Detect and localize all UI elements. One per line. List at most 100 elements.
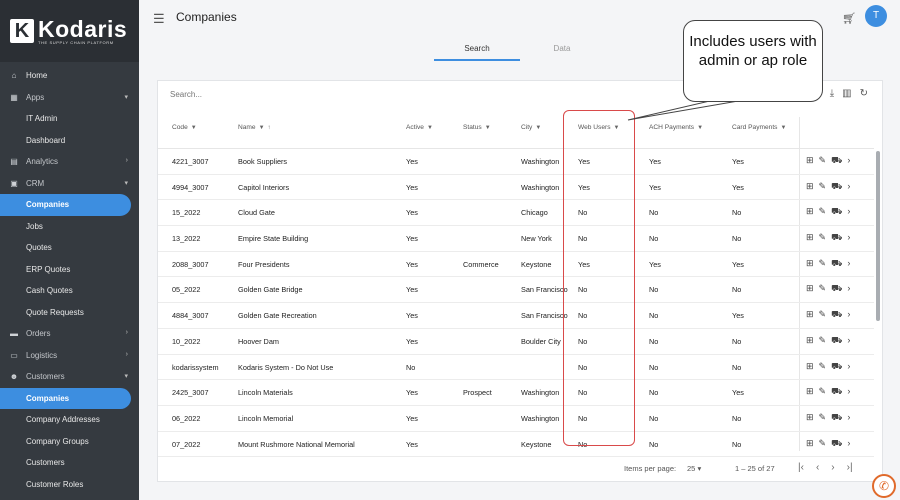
next-page-icon[interactable]: › <box>831 462 834 473</box>
chevron-right-icon[interactable]: › <box>847 283 850 295</box>
edit-document-icon[interactable]: ✎ <box>819 335 827 347</box>
logo[interactable]: K Kodaris THE SUPPLY CHAIN PLATFORM <box>0 0 139 62</box>
column-header-card-payments[interactable]: Card Payments ▼ <box>732 124 786 131</box>
table-row[interactable]: 4221_3007 Book Suppliers Yes Washington Yes Y… <box>158 149 874 175</box>
edit-document-icon[interactable]: ✎ <box>819 438 827 450</box>
add-note-icon[interactable]: ⊞ <box>806 412 814 424</box>
sidebar-item-company-addresses[interactable]: Company Addresses <box>0 409 139 431</box>
truck-icon[interactable]: ⛟ <box>831 412 842 424</box>
sidebar-item-erp-quotes[interactable]: ERP Quotes <box>0 259 139 281</box>
sidebar-item-cash-quotes[interactable]: Cash Quotes <box>0 280 139 302</box>
edit-document-icon[interactable]: ✎ <box>819 309 827 321</box>
add-note-icon[interactable]: ⊞ <box>806 206 814 218</box>
table-row[interactable]: 4994_3007 Capitol Interiors Yes Washington Y… <box>158 175 874 201</box>
columns-icon[interactable]: ▥ <box>842 88 851 99</box>
truck-icon[interactable]: ⛟ <box>831 283 842 295</box>
add-note-icon[interactable]: ⊞ <box>806 283 814 295</box>
add-note-icon[interactable]: ⊞ <box>806 386 814 398</box>
column-header-city[interactable]: City ▼ <box>521 124 541 131</box>
column-header-web-users[interactable]: Web Users ▼ <box>578 124 619 131</box>
add-note-icon[interactable]: ⊞ <box>806 232 814 244</box>
table-row[interactable]: 10_2022 Hoover Dam Yes Boulder City No No No ⊞ ✎… <box>158 329 874 355</box>
chevron-right-icon[interactable]: › <box>847 361 850 373</box>
table-row[interactable]: 05_2022 Golden Gate Bridge Yes San Francisc… <box>158 277 874 304</box>
sidebar-item-orders[interactable]: ▬ Orders › <box>0 323 139 345</box>
sidebar-item-crm[interactable]: ▣ CRM ▾ <box>0 173 139 195</box>
truck-icon[interactable]: ⛟ <box>831 361 842 373</box>
sidebar-item-quote-requests[interactable]: Quote Requests <box>0 302 139 324</box>
edit-document-icon[interactable]: ✎ <box>819 232 827 244</box>
sidebar-item-dashboard[interactable]: Dashboard <box>0 130 139 152</box>
column-header-name[interactable]: Name ▼ ↑ <box>238 124 271 131</box>
sidebar-item-it-admin[interactable]: IT Admin <box>0 108 139 130</box>
sidebar-item-customers[interactable]: ☻ Customers ▾ <box>0 366 139 388</box>
add-note-icon[interactable]: ⊞ <box>806 155 814 167</box>
edit-document-icon[interactable]: ✎ <box>819 386 827 398</box>
add-note-icon[interactable]: ⊞ <box>806 181 814 193</box>
previous-page-icon[interactable]: ‹ <box>816 462 819 473</box>
sidebar-item-customer-roles[interactable]: Customer Roles <box>0 474 139 496</box>
sidebar-item-jobs[interactable]: Jobs <box>0 216 139 238</box>
truck-icon[interactable]: ⛟ <box>831 309 842 321</box>
table-row[interactable]: 15_2022 Cloud Gate Yes Chicago No No No ⊞ ✎ ⛟ › <box>158 200 874 227</box>
add-note-icon[interactable]: ⊞ <box>806 335 814 347</box>
sidebar-item-home[interactable]: ⌂ Home <box>0 65 139 87</box>
sidebar-item-customers-companies[interactable]: Companies <box>0 387 131 409</box>
chevron-right-icon[interactable]: › <box>847 309 850 321</box>
column-header-code[interactable]: Code ▼ <box>172 124 197 131</box>
truck-icon[interactable]: ⛟ <box>831 206 842 218</box>
table-row[interactable]: 07_2022 Mount Rushmore National Memorial Y… <box>158 432 874 458</box>
items-per-page-select[interactable]: 25 ▾ <box>687 464 701 473</box>
add-note-icon[interactable]: ⊞ <box>806 438 814 450</box>
chevron-right-icon[interactable]: › <box>847 438 850 450</box>
sidebar-item-crm-companies[interactable]: Companies <box>0 194 131 216</box>
column-header-active[interactable]: Active ▼ <box>406 124 433 131</box>
chevron-right-icon[interactable]: › <box>847 232 850 244</box>
sidebar-item-company-groups[interactable]: Company Groups <box>0 431 139 453</box>
add-note-icon[interactable]: ⊞ <box>806 309 814 321</box>
download-icon[interactable]: ⤓ <box>830 88 834 99</box>
sidebar-item-quotes[interactable]: Quotes <box>0 237 139 259</box>
edit-document-icon[interactable]: ✎ <box>819 155 827 167</box>
add-note-icon[interactable]: ⊞ <box>806 258 814 270</box>
edit-document-icon[interactable]: ✎ <box>819 283 827 295</box>
truck-icon[interactable]: ⛟ <box>831 232 842 244</box>
chat-support-icon[interactable]: ✆ <box>872 474 896 498</box>
first-page-icon[interactable]: |‹ <box>798 462 804 473</box>
table-row[interactable]: 4884_3007 Golden Gate Recreation Yes San Fr… <box>158 303 874 329</box>
chevron-right-icon[interactable]: › <box>847 412 850 424</box>
chevron-right-icon[interactable]: › <box>847 386 850 398</box>
sidebar-item-logistics[interactable]: ▭ Logistics › <box>0 345 139 367</box>
last-page-icon[interactable]: ›| <box>847 462 853 473</box>
search-input[interactable] <box>170 90 570 99</box>
chevron-right-icon[interactable]: › <box>847 258 850 270</box>
truck-icon[interactable]: ⛟ <box>831 386 842 398</box>
chevron-right-icon[interactable]: › <box>847 335 850 347</box>
tab-data[interactable]: Data <box>519 44 605 53</box>
edit-document-icon[interactable]: ✎ <box>819 258 827 270</box>
sidebar-item-analytics[interactable]: ▤ Analytics › <box>0 151 139 173</box>
chevron-right-icon[interactable]: › <box>847 181 850 193</box>
table-row[interactable]: 13_2022 Empire State Building Yes New York N… <box>158 226 874 252</box>
vertical-scrollbar[interactable] <box>876 151 880 321</box>
add-note-icon[interactable]: ⊞ <box>806 361 814 373</box>
table-row[interactable]: 2088_3007 Four Presidents Yes Commerce Keyst… <box>158 252 874 278</box>
edit-document-icon[interactable]: ✎ <box>819 412 827 424</box>
cart-icon[interactable]: 🛒︎ <box>842 12 856 25</box>
hamburger-menu-icon[interactable]: ☰ <box>153 11 165 27</box>
truck-icon[interactable]: ⛟ <box>831 438 842 450</box>
truck-icon[interactable]: ⛟ <box>831 155 842 167</box>
truck-icon[interactable]: ⛟ <box>831 258 842 270</box>
sidebar-item-apps[interactable]: ▦ Apps ▾ <box>0 87 139 109</box>
chevron-right-icon[interactable]: › <box>847 206 850 218</box>
table-row[interactable]: 06_2022 Lincoln Memorial Yes Washington No No… <box>158 406 874 432</box>
table-row[interactable]: 2425_3007 Lincoln Materials Yes Prospect Was… <box>158 380 874 406</box>
sidebar-item-customers-list[interactable]: Customers <box>0 452 139 474</box>
truck-icon[interactable]: ⛟ <box>831 181 842 193</box>
column-header-ach-payments[interactable]: ACH Payments ▼ <box>649 124 703 131</box>
tab-search[interactable]: Search <box>434 44 520 61</box>
edit-document-icon[interactable]: ✎ <box>819 181 827 193</box>
refresh-icon[interactable]: ↻ <box>860 88 868 99</box>
edit-document-icon[interactable]: ✎ <box>819 206 827 218</box>
table-row[interactable]: kodarissystem Kodaris System - Do Not Use… <box>158 355 874 381</box>
